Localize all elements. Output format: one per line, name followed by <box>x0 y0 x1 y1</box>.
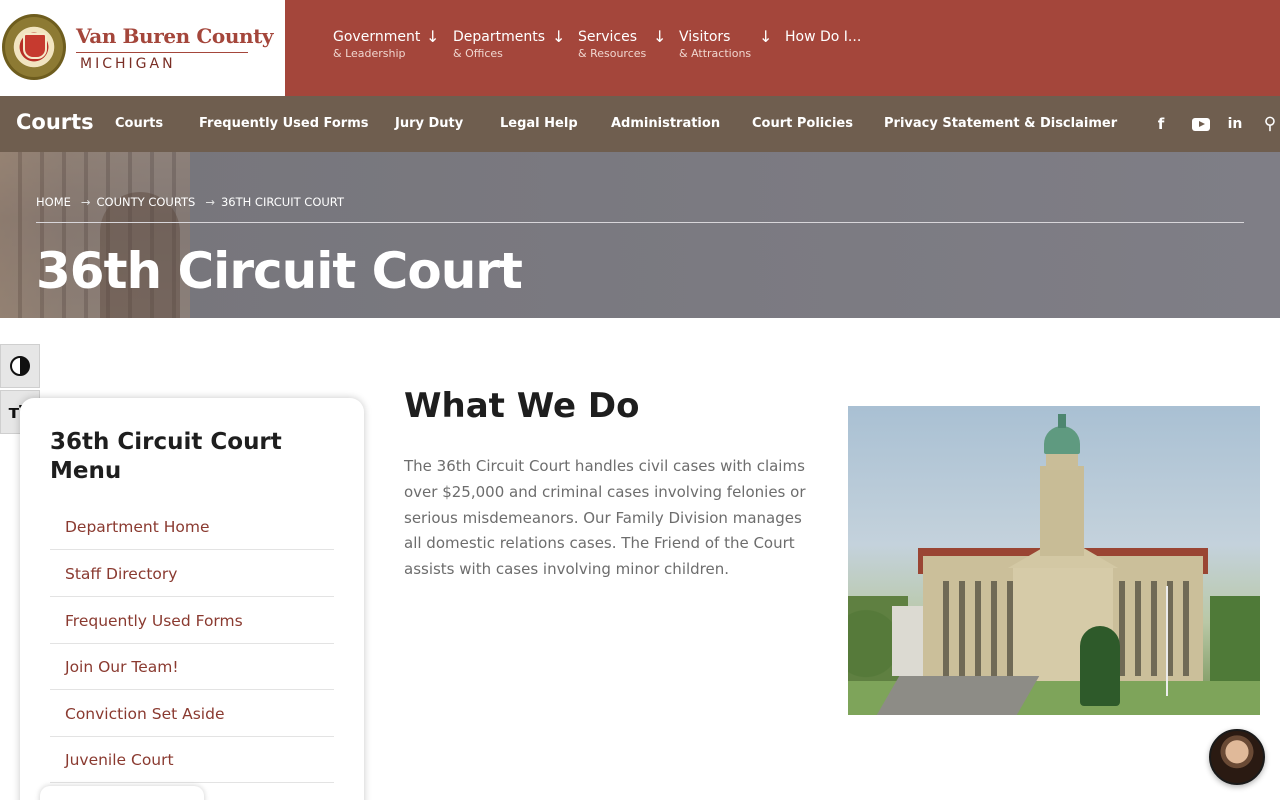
nav-sublabel: & Offices <box>453 47 503 60</box>
nav-sublabel: & Leadership <box>333 47 406 60</box>
nav-sublabel: & Attractions <box>679 47 752 60</box>
county-name: Van Buren County <box>76 24 274 48</box>
linkedin-icon[interactable]: in <box>1224 113 1246 135</box>
subnav-court-policies[interactable]: Court Policies <box>752 116 853 131</box>
subnav-frequently-used-forms[interactable]: Frequently Used Forms <box>199 116 369 131</box>
breadcrumb-county-courts[interactable]: COUNTY COURTS <box>97 195 196 209</box>
subnav-jury-duty[interactable]: Jury Duty <box>395 116 463 131</box>
photo-dome <box>1044 426 1080 454</box>
arrow-down-icon: ↓ <box>552 27 566 46</box>
nav-label: Government <box>333 29 421 45</box>
side-menu-item[interactable]: Juvenile Court <box>50 737 334 783</box>
breadcrumb-current: 36TH CIRCUIT COURT <box>220 195 344 209</box>
arrow-right-icon: → <box>205 195 215 209</box>
page-title: 36th Circuit Court <box>36 242 523 300</box>
nav-government[interactable]: Government & Leadership <box>333 27 420 60</box>
breadcrumb: HOME → COUNTY COURTS → 36TH CIRCUIT COURT <box>36 195 350 209</box>
photo-tree <box>1080 626 1120 706</box>
photo-flagpole <box>1166 586 1168 696</box>
subnav-administration[interactable]: Administration <box>611 116 720 131</box>
nav-label: Services <box>578 29 638 45</box>
floating-panel[interactable] <box>40 786 204 800</box>
contrast-icon <box>10 356 30 376</box>
side-menu-item[interactable]: Join Our Team! <box>50 644 334 690</box>
nav-departments[interactable]: Departments & Offices <box>453 27 545 60</box>
subnav-title[interactable]: Courts <box>16 110 94 134</box>
section-heading: What We Do <box>404 386 640 426</box>
county-state: MICHIGAN <box>80 56 176 72</box>
department-side-menu: 36th Circuit Court Menu Department Home … <box>20 398 364 800</box>
site-header: Van Buren County MICHIGAN Government & L… <box>0 0 1280 96</box>
arrow-right-icon: → <box>80 195 91 209</box>
hero-divider <box>36 222 1244 223</box>
courts-subnav: Courts Courts Frequently Used Forms Jury… <box>0 96 1280 152</box>
site-logo[interactable]: Van Buren County MICHIGAN <box>0 0 285 96</box>
nav-visitors[interactable]: Visitors & Attractions <box>679 27 751 60</box>
subnav-privacy-statement[interactable]: Privacy Statement & Disclaimer <box>884 116 1117 131</box>
side-menu-item[interactable]: Department Home <box>50 504 334 550</box>
arrow-down-icon: ↓ <box>426 27 440 46</box>
side-menu-item[interactable]: Conviction Set Aside <box>50 691 334 737</box>
youtube-icon[interactable] <box>1192 118 1210 131</box>
nav-services[interactable]: Services & Resources <box>578 27 646 60</box>
arrow-down-icon: ↓ <box>653 27 667 46</box>
courthouse-photo <box>848 406 1260 715</box>
subnav-legal-help[interactable]: Legal Help <box>500 116 578 131</box>
side-menu-item[interactable]: Staff Directory <box>50 551 334 597</box>
section-body: The 36th Circuit Court handles civil cas… <box>404 457 806 579</box>
photo-cupola <box>1058 414 1066 428</box>
photo-tower <box>1040 466 1084 556</box>
subnav-courts[interactable]: Courts <box>115 116 163 131</box>
photo-road <box>876 676 1040 715</box>
side-menu-item[interactable]: Frequently Used Forms <box>50 598 334 644</box>
nav-label: Departments <box>453 29 546 45</box>
arrow-down-icon: ↓ <box>759 27 773 46</box>
nav-how-do-i[interactable]: How Do I... <box>785 27 861 47</box>
nav-sublabel: & Resources <box>578 47 647 60</box>
logo-divider <box>76 52 248 53</box>
county-seal-icon <box>2 14 66 80</box>
search-icon[interactable]: ⚲ <box>1259 113 1280 135</box>
breadcrumb-home[interactable]: HOME <box>36 195 71 209</box>
contrast-toggle-button[interactable] <box>0 344 40 388</box>
photo-annex <box>892 606 926 676</box>
nav-label: Visitors <box>679 29 731 45</box>
facebook-icon[interactable]: f <box>1150 113 1172 135</box>
nav-label: How Do I... <box>785 29 862 45</box>
chat-assistant-avatar[interactable] <box>1209 729 1265 785</box>
side-menu-heading: 36th Circuit Court Menu <box>50 429 282 484</box>
hero-banner: HOME → COUNTY COURTS → 36TH CIRCUIT COURT 36… <box>0 152 1280 318</box>
